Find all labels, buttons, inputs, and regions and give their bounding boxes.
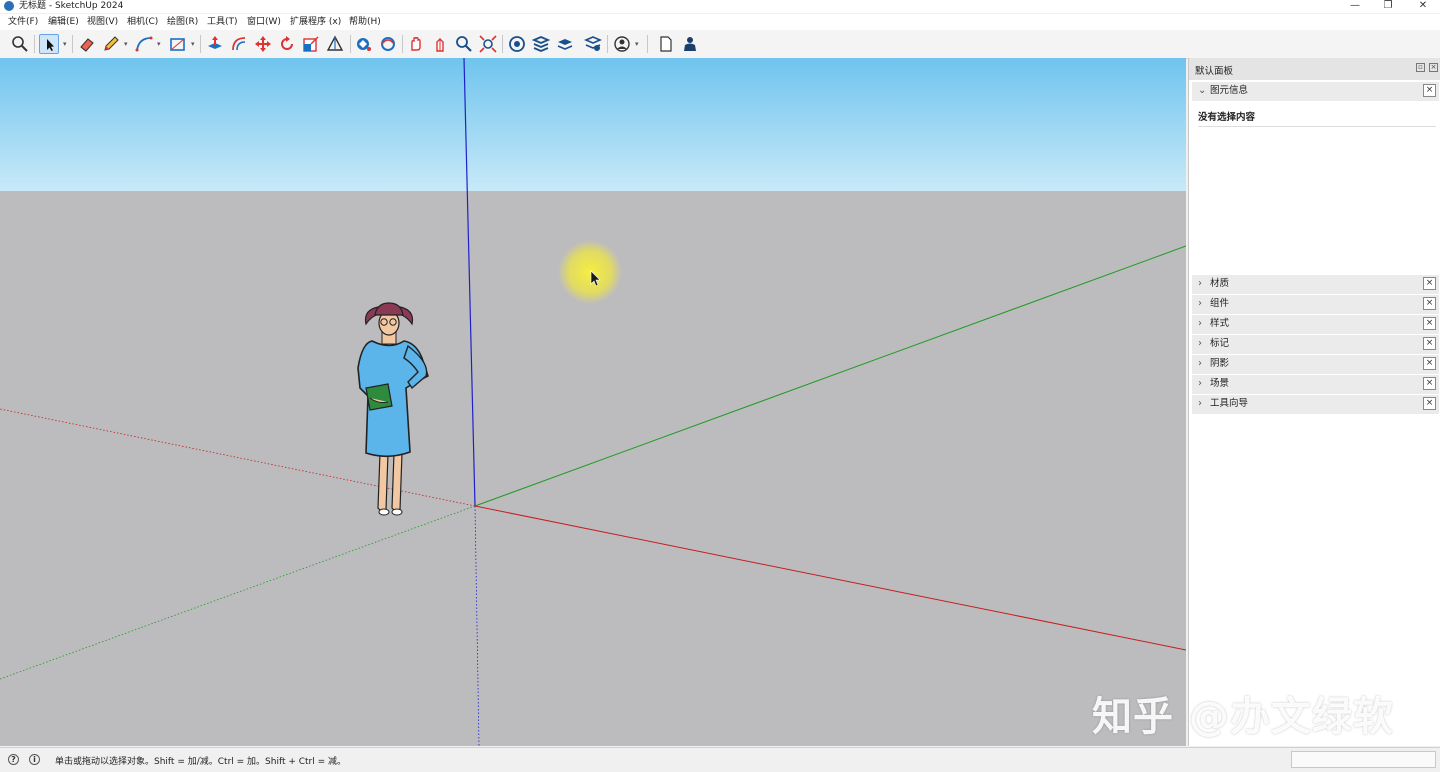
panel-header: 默认面板 ▫ × [1189, 58, 1440, 80]
magnifier-icon[interactable] [10, 34, 30, 54]
extension-icon[interactable] [531, 34, 551, 54]
menu-window[interactable]: 窗口(W) [247, 16, 281, 28]
chevron-right-icon: › [1198, 318, 1202, 329]
chevron-right-icon: › [1198, 338, 1202, 349]
offset-icon[interactable] [229, 34, 249, 54]
watermark: 知乎 @办文绿软 [1092, 694, 1394, 740]
pencil-dropdown-icon[interactable]: ▾ [124, 40, 130, 48]
arc-icon[interactable] [134, 34, 154, 54]
tray-label: 场景 [1210, 378, 1230, 389]
maximize-button[interactable]: ❐ [1373, 0, 1403, 12]
account-icon[interactable] [612, 34, 632, 54]
window-title: 无标题 - SketchUp 2024 [19, 1, 124, 11]
pin-panel-icon[interactable]: ▫ [1416, 63, 1425, 72]
default-tray-panel: 默认面板 ▫ × ⌄ 图元信息 × 没有选择内容 › 材质 × › 组件 × ›… [1188, 58, 1440, 746]
push-pull-icon[interactable] [205, 34, 225, 54]
tray-label: 组件 [1210, 298, 1230, 309]
no-selection-text: 没有选择内容 [1198, 112, 1256, 123]
menu-bar: 文件(F) 编辑(E) 视图(V) 相机(C) 绘图(R) 工具(T) 窗口(W… [0, 14, 1440, 30]
close-icon[interactable]: × [1423, 84, 1436, 97]
select-arrow-icon[interactable] [39, 34, 59, 54]
menu-file[interactable]: 文件(F) [8, 16, 38, 28]
menu-camera[interactable]: 相机(C) [127, 16, 158, 28]
title-bar: 无标题 - SketchUp 2024 — ❐ ✕ [0, 0, 1440, 13]
tray-label: 图元信息 [1210, 85, 1249, 96]
zoom-extents-icon[interactable] [478, 34, 498, 54]
divider [1198, 126, 1436, 127]
minimize-button[interactable]: — [1340, 0, 1370, 12]
status-bar: ? i 单击或拖动以选择对象。Shift = 加/减。Ctrl = 加。Shif… [0, 747, 1440, 772]
cursor-highlight [558, 240, 622, 304]
chevron-right-icon: › [1198, 298, 1202, 309]
close-icon[interactable]: × [1423, 397, 1436, 410]
scale-icon[interactable] [301, 34, 321, 54]
measurements-box[interactable] [1291, 751, 1436, 768]
menu-draw[interactable]: 绘图(R) [167, 16, 198, 28]
eraser-icon[interactable] [77, 34, 97, 54]
pan-icon[interactable] [406, 34, 426, 54]
close-icon[interactable]: × [1423, 317, 1436, 330]
orbit-icon[interactable] [378, 34, 398, 54]
rectangle-dropdown-icon[interactable]: ▾ [191, 40, 197, 48]
tray-scenes[interactable]: › 场景 × [1192, 375, 1439, 394]
chevron-right-icon: › [1198, 398, 1202, 409]
main-toolbar: ▾ ▾ ▾ ▾ ▾ [0, 30, 1440, 59]
move-icon[interactable] [253, 34, 273, 54]
close-panel-icon[interactable]: × [1429, 63, 1438, 72]
entity-info-body: 没有选择内容 [1192, 103, 1439, 274]
layout-icon[interactable] [556, 34, 576, 54]
info-icon[interactable]: i [29, 754, 40, 765]
close-icon[interactable]: × [1423, 277, 1436, 290]
chevron-right-icon: › [1198, 278, 1202, 289]
menu-help[interactable]: 帮助(H) [349, 16, 381, 28]
rectangle-icon[interactable] [168, 34, 188, 54]
warehouse-icon[interactable] [507, 34, 527, 54]
chevron-down-icon: ⌄ [1198, 85, 1207, 96]
tray-label: 阴影 [1210, 358, 1230, 369]
tray-shadows[interactable]: › 阴影 × [1192, 355, 1439, 374]
tray-entity-info[interactable]: ⌄ 图元信息 × [1192, 82, 1439, 101]
tray-tags[interactable]: › 标记 × [1192, 335, 1439, 354]
person-icon[interactable] [680, 34, 700, 54]
close-window-button[interactable]: ✕ [1408, 0, 1438, 12]
menu-extensions[interactable]: 扩展程序 (x) [290, 16, 341, 28]
document-icon[interactable] [656, 34, 676, 54]
sketchup-logo-icon [4, 1, 14, 11]
select-dropdown-icon[interactable]: ▾ [63, 40, 69, 48]
menu-view[interactable]: 视图(V) [87, 16, 118, 28]
tray-label: 样式 [1210, 318, 1230, 329]
pencil-icon[interactable] [101, 34, 121, 54]
model-viewport[interactable] [0, 58, 1186, 746]
tray-instructor[interactable]: › 工具向导 × [1192, 395, 1439, 414]
status-hint-text: 单击或拖动以选择对象。Shift = 加/减。Ctrl = 加。Shift + … [55, 757, 347, 767]
settings-layers-icon[interactable] [583, 34, 603, 54]
arc-dropdown-icon[interactable]: ▾ [157, 40, 163, 48]
tray-label: 工具向导 [1210, 398, 1249, 409]
close-icon[interactable]: × [1423, 377, 1436, 390]
tray-materials[interactable]: › 材质 × [1192, 275, 1439, 294]
paint-bucket-icon[interactable] [354, 34, 374, 54]
chevron-right-icon: › [1198, 358, 1202, 369]
menu-edit[interactable]: 编辑(E) [48, 16, 79, 28]
tray-components[interactable]: › 组件 × [1192, 295, 1439, 314]
help-icon[interactable]: ? [8, 754, 19, 765]
close-icon[interactable]: × [1423, 297, 1436, 310]
panel-title: 默认面板 [1195, 66, 1234, 77]
close-icon[interactable]: × [1423, 337, 1436, 350]
tape-icon[interactable] [325, 34, 345, 54]
tray-label: 材质 [1210, 278, 1230, 289]
menu-tools[interactable]: 工具(T) [207, 16, 238, 28]
chevron-right-icon: › [1198, 378, 1202, 389]
account-dropdown-icon[interactable]: ▾ [635, 40, 641, 48]
close-icon[interactable]: × [1423, 357, 1436, 370]
zoom-hand-icon[interactable] [430, 34, 450, 54]
tray-styles[interactable]: › 样式 × [1192, 315, 1439, 334]
zoom-icon[interactable] [454, 34, 474, 54]
tray-label: 标记 [1210, 338, 1230, 349]
rotate-icon[interactable] [277, 34, 297, 54]
sky [0, 58, 1186, 191]
